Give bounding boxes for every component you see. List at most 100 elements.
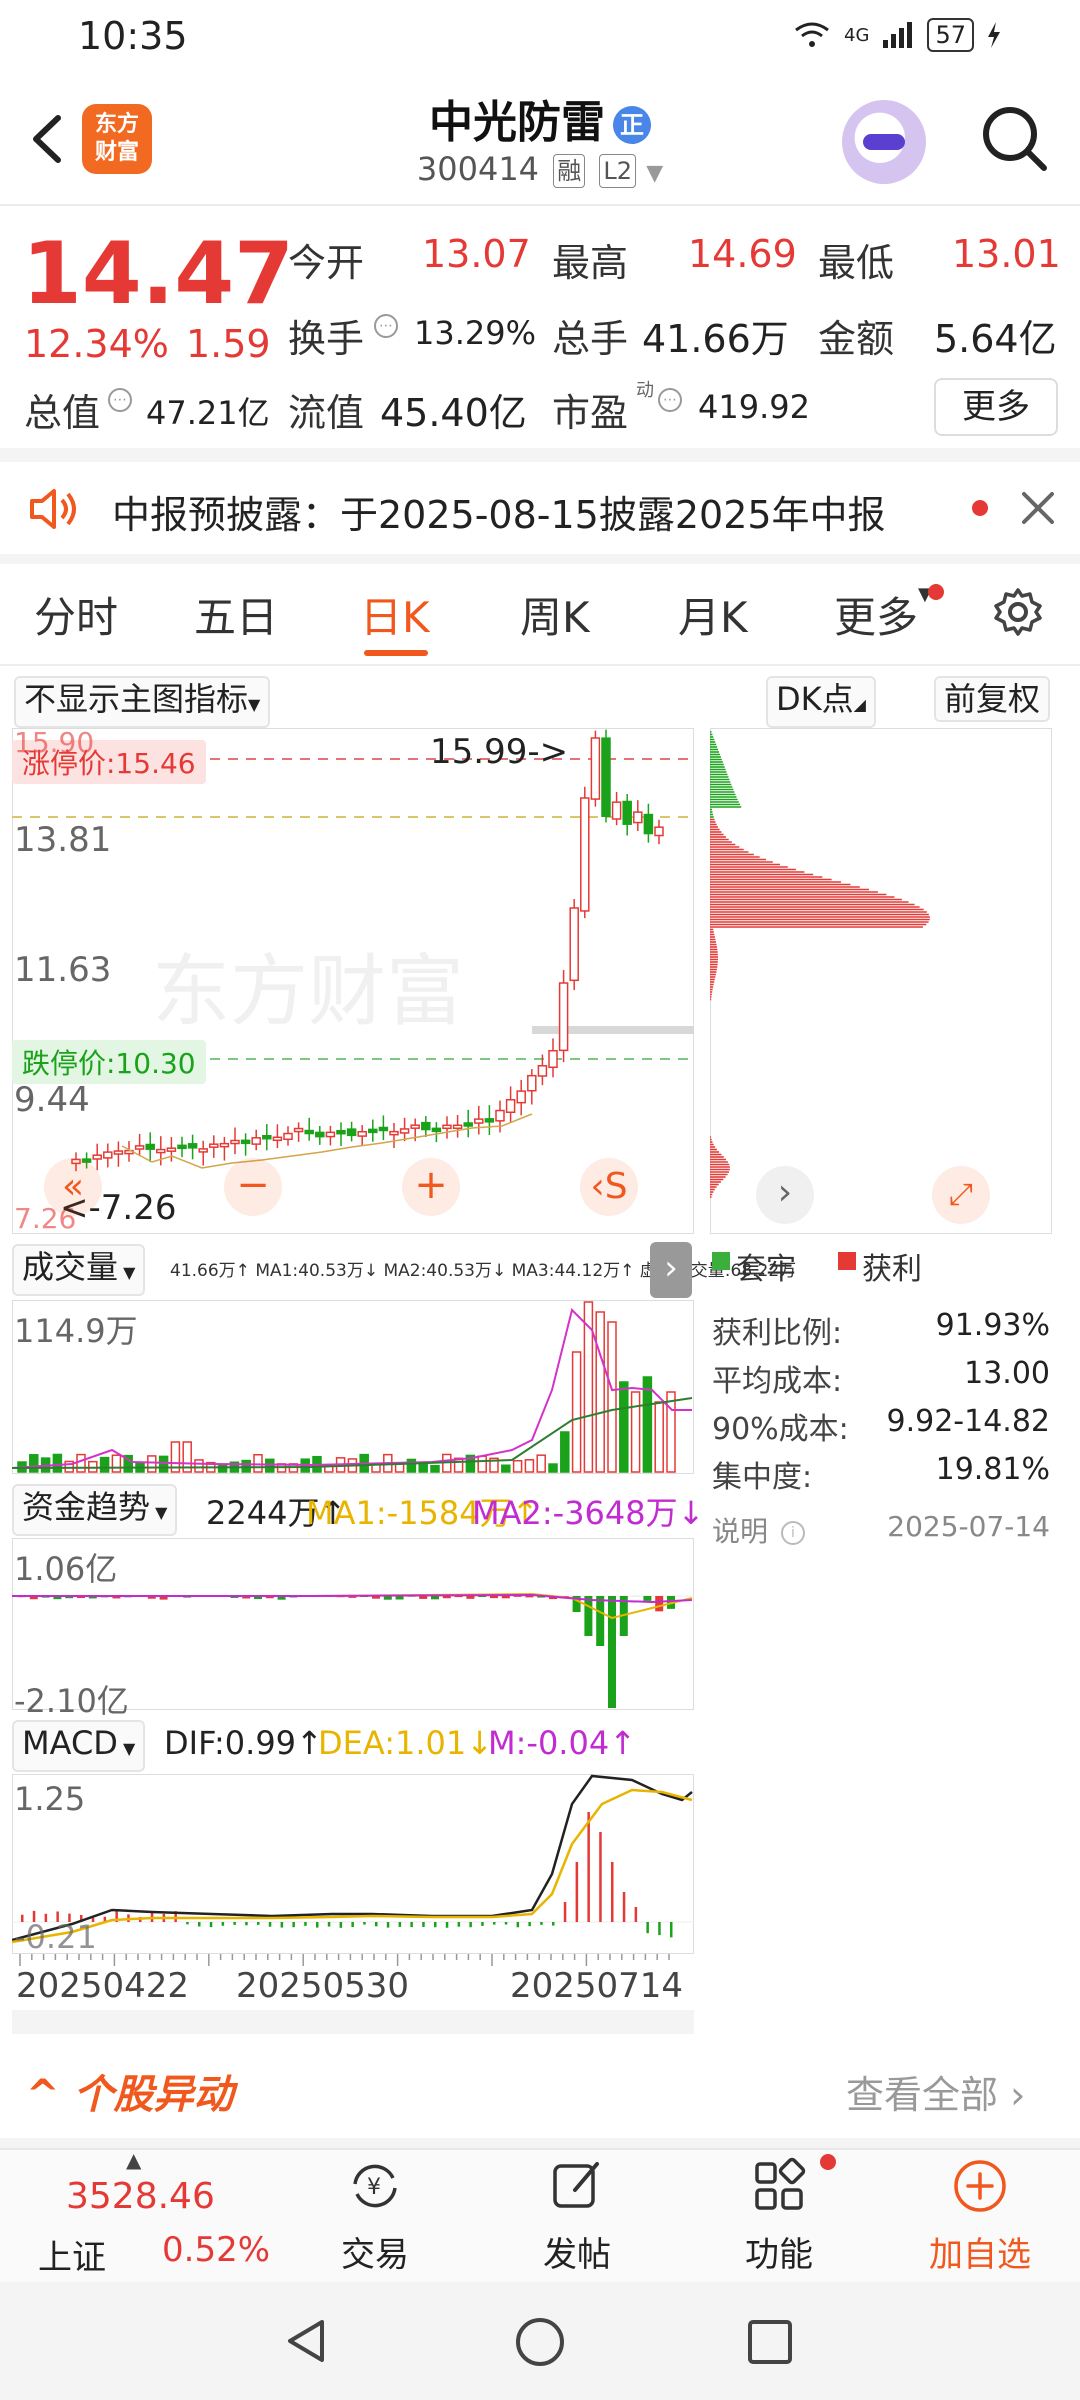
macd-select[interactable]: MACD ▼	[12, 1720, 146, 1772]
side-panel-toggle[interactable]: ›	[650, 1242, 692, 1298]
change-amount: 1.59	[186, 322, 271, 366]
fund-bar	[643, 1596, 652, 1601]
pe-info-icon[interactable]: ⋯	[654, 388, 686, 412]
profit-swatch	[838, 1252, 856, 1270]
macd-bar	[528, 1922, 531, 1927]
macd-bar	[434, 1922, 437, 1928]
volume-select[interactable]: 成交量 ▼	[12, 1244, 146, 1296]
scroll-left-button[interactable]: «	[44, 1158, 102, 1216]
chip-next-button[interactable]: ›	[756, 1166, 814, 1224]
nav-add-watchlist[interactable]: 加自选	[920, 2154, 1040, 2276]
tab-intraday[interactable]: 分时	[34, 584, 118, 645]
edit-icon	[553, 2162, 599, 2208]
macd-bar	[611, 1862, 614, 1922]
dk-point-select[interactable]: DK点◢	[766, 676, 876, 728]
candle-body	[580, 797, 590, 912]
zoom-in-button[interactable]: +	[402, 1158, 460, 1216]
date-label-3: 20250714	[510, 1966, 684, 2006]
tab-weekly-k[interactable]: 周K	[520, 584, 590, 645]
tab-monthly-k[interactable]: 月K	[678, 584, 748, 645]
volume-bar	[52, 1453, 63, 1473]
tabs-more-dot	[928, 584, 944, 600]
stock-name: 中光防雷	[429, 97, 605, 148]
fund-trend-select[interactable]: 资金趋势 ▼	[12, 1484, 178, 1536]
mktcap-label: 总值	[24, 391, 101, 435]
expand-button[interactable]: ⤢	[932, 1166, 990, 1224]
low-label: 最低	[818, 241, 895, 285]
macd-bar	[327, 1922, 331, 1927]
gear-icon[interactable]	[990, 584, 1046, 640]
turnover-info-icon[interactable]: ⋯	[370, 314, 402, 338]
candle-body	[240, 1139, 251, 1145]
nav-trade[interactable]: ¥ 交易	[320, 2154, 430, 2276]
macd-bar	[445, 1922, 449, 1928]
nav-functions[interactable]: 功能	[724, 2154, 834, 2276]
volume-bar	[548, 1463, 558, 1473]
chevron-down-icon: ▼	[117, 1739, 136, 1758]
index-value[interactable]: 3528.46	[66, 2176, 215, 2217]
turnover-label: 换手	[288, 317, 365, 361]
search-icon[interactable]	[976, 100, 1052, 176]
tab-daily-k[interactable]: 日K	[360, 584, 430, 645]
macd-chart[interactable]	[12, 1774, 694, 1954]
macd-bar	[245, 1922, 248, 1926]
candle-body	[272, 1136, 283, 1142]
system-home-icon[interactable]	[512, 2314, 568, 2370]
close-icon[interactable]	[1016, 486, 1060, 530]
price-band	[532, 1026, 694, 1034]
chip-note-link[interactable]: 说明 i	[712, 1510, 809, 1550]
mktcap-info-icon[interactable]: ⋯	[104, 388, 136, 412]
scroll-right-button[interactable]: ‹S	[580, 1158, 638, 1216]
macd-bar	[268, 1922, 272, 1927]
nav-trade-label: 交易	[341, 2235, 409, 2275]
dropdown-icon[interactable]: ▼	[646, 161, 663, 186]
system-back-icon[interactable]	[280, 2314, 334, 2368]
view-all-link[interactable]: 查看全部 ›	[846, 2064, 1025, 2119]
more-button[interactable]: 更多	[934, 378, 1058, 436]
profit-ratio-label: 获利比例:	[712, 1316, 843, 1351]
tab-five-day[interactable]: 五日	[194, 584, 278, 645]
trapped-swatch	[712, 1252, 730, 1270]
avg-cost-value: 13.00	[964, 1356, 1050, 1391]
macd-m: M:-0.04↑	[488, 1724, 636, 1762]
candle-body	[505, 1098, 516, 1114]
fund-bar	[431, 1596, 439, 1600]
candle-body	[410, 1124, 420, 1129]
section-divider	[0, 2138, 1080, 2148]
pe-dynamic-mark: 动	[636, 380, 654, 401]
status-icons: 4G 57	[792, 18, 1002, 52]
assistant-avatar[interactable]	[842, 100, 926, 184]
candle-body	[527, 1074, 537, 1092]
candle-body	[113, 1150, 124, 1155]
index-percent[interactable]: 0.52%	[162, 2230, 270, 2270]
tab-more[interactable]: 更多▼	[834, 584, 932, 645]
float-value: 45.40亿	[380, 391, 527, 435]
nav-post[interactable]: 发帖	[522, 2154, 632, 2276]
macd-bar	[658, 1922, 661, 1936]
indicator-select[interactable]: 不显示主图指标▼	[14, 676, 271, 728]
margin-tag: 融	[553, 154, 586, 188]
adjust-select[interactable]: 前复权	[934, 676, 1051, 722]
macd-bar	[599, 1832, 602, 1922]
candle-body	[643, 813, 654, 835]
volume-bar	[394, 1463, 405, 1473]
volume-bar	[265, 1458, 275, 1473]
system-recents-icon[interactable]	[744, 2316, 796, 2368]
notice-text[interactable]: 中报预披露：于2025-08-15披露2025年中报	[112, 484, 886, 539]
chip-distribution-chart[interactable]	[710, 728, 1052, 1234]
chevron-up-icon: ^	[26, 2072, 74, 2118]
volume-bar	[111, 1454, 122, 1473]
zoom-out-button[interactable]: −	[224, 1158, 282, 1216]
index-name[interactable]: 上证	[38, 2230, 106, 2279]
movement-header[interactable]: ^ 个股异动	[26, 2062, 233, 2120]
info-icon: i	[780, 1521, 805, 1545]
volume-bar	[194, 1459, 204, 1473]
date-label-2: 20250530	[236, 1966, 410, 2006]
kline-chart[interactable]: 东方财富	[12, 728, 694, 1234]
fund-trend-select-label: 资金趋势	[22, 1488, 151, 1526]
candle-body	[590, 737, 601, 800]
macd-bar	[233, 1922, 236, 1925]
candle-body	[315, 1131, 325, 1138]
candle-body	[495, 1109, 505, 1122]
fund-bar	[608, 1596, 616, 1708]
